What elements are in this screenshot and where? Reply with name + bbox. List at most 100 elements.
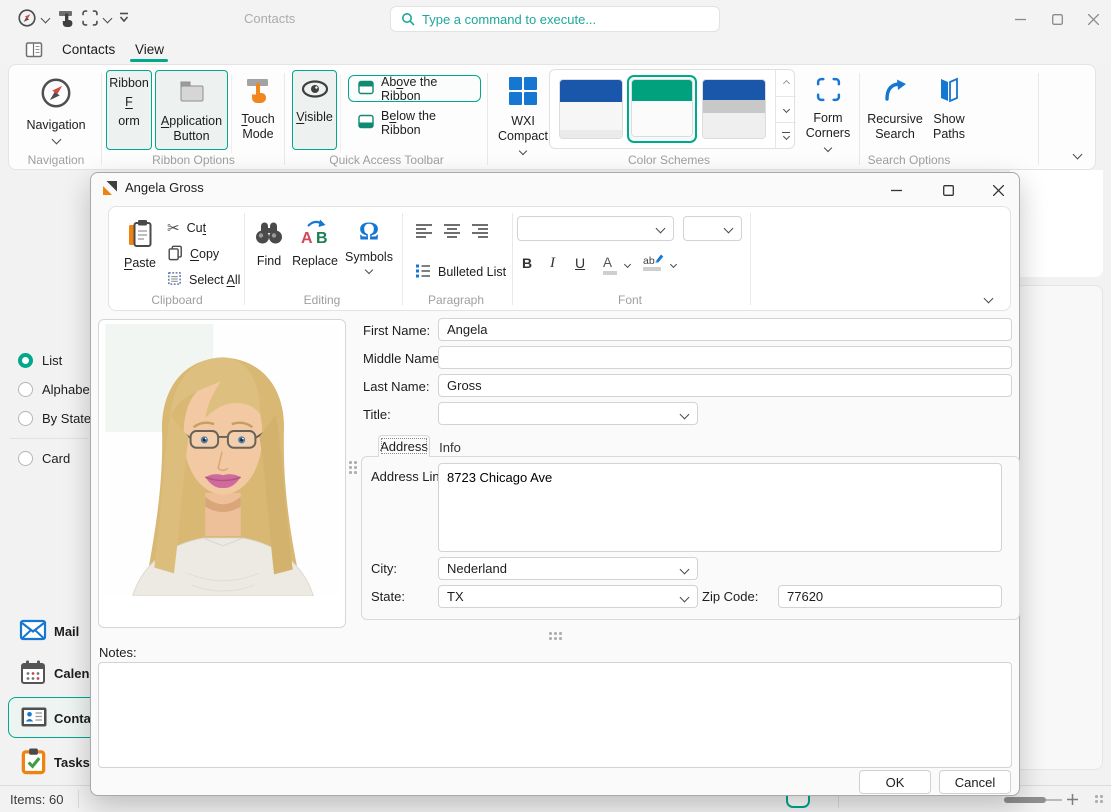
ribbon-form-button[interactable]: Ribbon Form xyxy=(106,70,152,150)
radio-card[interactable] xyxy=(18,451,33,466)
align-center-button[interactable] xyxy=(443,223,461,241)
highlight-dropdown-icon[interactable] xyxy=(670,261,677,268)
minimize-button[interactable] xyxy=(1003,4,1037,34)
tab-info[interactable]: Info xyxy=(431,437,469,457)
resize-grip[interactable] xyxy=(1095,795,1103,803)
zip-code-input[interactable] xyxy=(778,585,1002,608)
last-name-label: Last Name: xyxy=(363,379,429,394)
chevron-down-icon[interactable] xyxy=(103,14,113,24)
bulleted-list-button[interactable]: Bulleted List xyxy=(415,261,506,283)
compass-icon xyxy=(39,76,73,114)
dialog-ribbon: Paste ✂ Cut Copy Select All Clipboard Fi… xyxy=(108,206,1011,311)
chevron-down-icon[interactable] xyxy=(41,14,51,24)
copy-icon xyxy=(167,244,183,264)
dialog-maximize-button[interactable] xyxy=(931,175,965,205)
gallery-more-button[interactable] xyxy=(776,122,796,148)
align-left-button[interactable] xyxy=(415,223,433,241)
title-combo[interactable] xyxy=(438,402,698,425)
align-right-button[interactable] xyxy=(471,223,489,241)
radio-by-state[interactable] xyxy=(18,411,33,426)
middle-name-input[interactable] xyxy=(438,346,1012,369)
dialog-close-button[interactable] xyxy=(981,175,1015,205)
maximize-button[interactable] xyxy=(1040,4,1074,34)
dialog-ribbon-collapse-icon[interactable] xyxy=(984,294,994,304)
bold-button[interactable]: B xyxy=(522,255,532,271)
command-search-box[interactable]: Type a command to execute... xyxy=(390,6,720,32)
recursive-search-button[interactable]: Recursive Search xyxy=(865,70,925,150)
paste-button[interactable]: Paste xyxy=(117,212,163,288)
symbols-button[interactable]: Ω Symbols xyxy=(342,212,396,288)
window-title: Contacts xyxy=(244,11,295,26)
nav-tasks-label[interactable]: Tasks xyxy=(54,755,90,770)
last-name-input[interactable] xyxy=(438,374,1012,397)
italic-button[interactable]: I xyxy=(550,255,555,272)
splitter-grip-horizontal[interactable] xyxy=(549,632,562,640)
color-scheme-swatch-green-selected[interactable] xyxy=(627,75,697,143)
chevron-down-icon xyxy=(365,266,373,274)
tasks-icon[interactable] xyxy=(20,747,47,778)
underline-button[interactable]: U xyxy=(575,255,585,271)
select-all-icon xyxy=(167,271,182,289)
color-scheme-swatch-blue-gray[interactable] xyxy=(702,79,766,139)
highlight-button[interactable]: ab xyxy=(643,253,664,271)
state-combo[interactable]: TX xyxy=(438,585,698,608)
font-size-combo[interactable] xyxy=(683,216,742,241)
below-ribbon-button[interactable]: Below the Ribbon xyxy=(348,109,481,136)
cut-icon: ✂ xyxy=(167,221,180,236)
mail-icon[interactable] xyxy=(19,618,47,645)
find-label: Find xyxy=(257,254,281,269)
dialog-minimize-button[interactable] xyxy=(879,175,913,205)
form-corners-button[interactable]: Form Corners xyxy=(801,70,855,150)
wxi-compact-button[interactable]: WXI Compact xyxy=(493,70,553,150)
above-ribbon-button[interactable]: Above the Ribbon xyxy=(348,75,481,102)
notes-textarea[interactable] xyxy=(98,662,1012,768)
tab-view[interactable]: View xyxy=(135,42,164,57)
touch-mode-button[interactable]: Touch Mode xyxy=(235,70,281,150)
ribbon-collapse-icon[interactable] xyxy=(1073,150,1083,160)
cut-button[interactable]: ✂ Cut xyxy=(167,217,206,239)
copy-label: Copy xyxy=(190,247,219,261)
application-button-button[interactable]: Application Button xyxy=(155,70,228,150)
form-corners-quick-icon[interactable] xyxy=(81,9,99,30)
cancel-button[interactable]: Cancel xyxy=(939,770,1011,794)
navigation-compass-icon[interactable] xyxy=(17,8,37,31)
font-color-button[interactable]: A xyxy=(603,255,617,275)
dialog-title: Angela Gross xyxy=(125,180,204,195)
form-corners-label: Form Corners xyxy=(802,111,854,155)
background-panel-right xyxy=(1010,285,1103,770)
find-button[interactable]: Find xyxy=(250,212,288,288)
address-line-textarea[interactable]: 8723 Chicago Ave xyxy=(438,463,1002,552)
navigation-dropdown-button[interactable]: Navigation xyxy=(15,70,97,150)
first-name-input[interactable] xyxy=(438,318,1012,341)
city-combo[interactable]: Nederland xyxy=(438,557,698,580)
nav-mail-label[interactable]: Mail xyxy=(54,624,79,639)
navigation-label: Navigation xyxy=(26,118,85,133)
zoom-in-button[interactable] xyxy=(1066,793,1079,809)
font-name-combo[interactable] xyxy=(517,216,674,241)
replace-button[interactable]: AB Replace xyxy=(290,212,340,288)
select-all-button[interactable]: Select All xyxy=(167,269,240,291)
splitter-grip-vertical[interactable] xyxy=(349,461,357,474)
qat-visible-button[interactable]: Visible xyxy=(292,70,337,150)
radio-list[interactable] xyxy=(18,353,33,368)
wxi-compact-label: WXI Compact xyxy=(494,114,552,158)
close-button[interactable] xyxy=(1076,4,1110,34)
color-scheme-swatch-blue[interactable] xyxy=(559,79,623,139)
tab-contacts[interactable]: Contacts xyxy=(62,42,115,57)
gallery-scroll-up-button[interactable] xyxy=(776,70,796,96)
contacts-icon[interactable] xyxy=(20,705,48,732)
show-paths-button[interactable]: Show Paths xyxy=(927,70,971,150)
calendar-icon[interactable] xyxy=(20,659,46,689)
radio-alphabetical[interactable] xyxy=(18,382,33,397)
tab-address[interactable]: Address xyxy=(378,435,430,457)
gallery-scroll-down-button[interactable] xyxy=(776,96,796,122)
zoom-slider-thumb[interactable] xyxy=(1004,797,1046,803)
customize-quick-access-icon[interactable] xyxy=(119,12,129,27)
application-menu-icon[interactable] xyxy=(25,41,43,62)
application-button-label: Application Button xyxy=(156,114,227,144)
copy-button[interactable]: Copy xyxy=(167,243,219,265)
ok-button[interactable]: OK xyxy=(859,770,931,794)
dialog-app-icon xyxy=(102,180,118,199)
touch-mode-quick-icon[interactable] xyxy=(57,9,75,30)
font-color-dropdown-icon[interactable] xyxy=(624,261,631,268)
